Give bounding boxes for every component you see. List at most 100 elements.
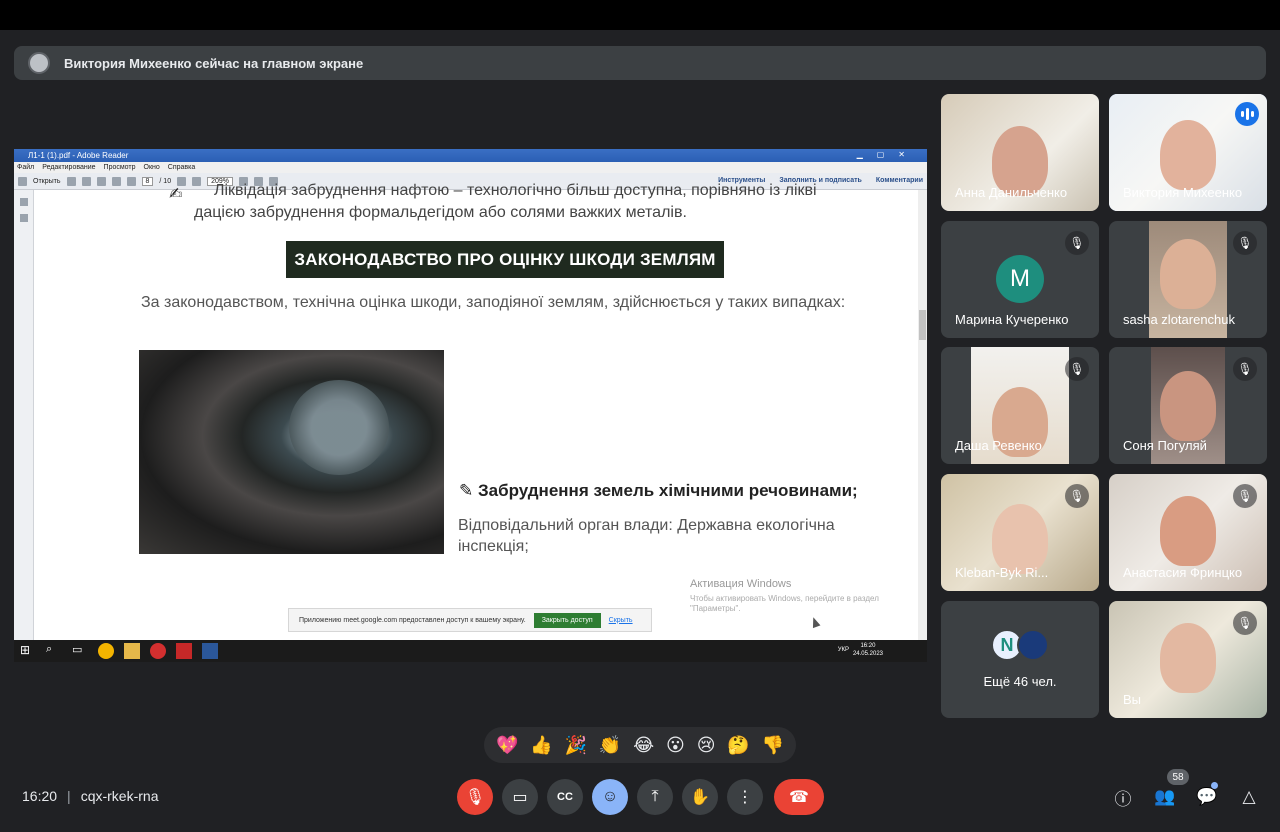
participant-count-badge: 58 [1167,769,1189,785]
activities-button[interactable]: △ [1237,785,1261,809]
chat-notification-dot [1211,782,1218,789]
more-participants-tile[interactable]: N Ещё 46 чел. [941,601,1099,718]
adobe-icon [176,643,192,659]
chrome-icon [98,643,114,659]
mic-off-icon: 🎙 [1233,357,1257,381]
meeting-details: 16:20 | cqx-rkek-rna [22,788,158,804]
doc-responsible-2: інспекція; [458,538,529,555]
captions-icon: CC [557,791,573,803]
reaction-thinking[interactable]: 🤔 [727,735,749,756]
mic-off-icon: 🎙 [1065,357,1089,381]
participant-tile[interactable]: 🎙 sasha zlotarenchuk [1109,221,1267,338]
reaction-party[interactable]: 🎉 [565,735,587,756]
pen-bullet-icon: ✎ [459,481,478,500]
open-label: Открыть [33,177,61,185]
windows-watermark-line: Чтобы активировать Windows, перейдите в … [690,594,879,603]
windows-start-icon: ⊞ [20,643,31,657]
participant-name: Соня Погуляй [1123,438,1207,453]
menu-help: Справка [167,164,196,171]
emoji-button[interactable]: ☺ [592,779,628,815]
emoji-icon: ☺ [601,788,619,805]
participant-tile[interactable]: 🎙 Kleban-Byk Ri... [941,474,1099,591]
participant-name: sasha zlotarenchuk [1123,312,1236,327]
attachment-icon [19,214,28,222]
page-number-field: 8 [141,176,154,186]
reaction-clap[interactable]: 👏 [599,735,621,756]
presenting-banner: Виктория Михеенко сейчас на главном экра… [14,46,1266,80]
reaction-thumbs-down[interactable]: 👎 [762,735,784,756]
more-vert-icon: ⋮ [737,789,753,806]
participant-face [1160,623,1216,693]
meeting-info-button[interactable]: ⓘ [1111,785,1135,809]
doc-bullet-text: Забруднення земель хімічними речовинами; [477,481,858,500]
stop-sharing-button: Закрыть доступ [533,612,601,628]
participant-tile[interactable]: 🎙 Даша Ревенко [941,347,1099,464]
pdf-page: ✍ Ліквідація забруднення нафтою – технол… [34,182,918,640]
taskbar-lang: УКР [837,647,849,653]
toolbar-icon [111,176,121,186]
zoom-in-icon [192,176,202,186]
comments-label: Комментарии [875,177,923,184]
present-button[interactable]: ⤒ [637,779,673,815]
participant-face [1160,371,1216,441]
menu-view: Просмотр [103,164,136,171]
reaction-laugh[interactable]: 😂 [633,735,654,756]
doc-line-2: дацією забруднення формальдегідом або со… [194,204,687,221]
meeting-time: 16:20 [22,788,58,804]
participant-face [992,504,1048,574]
more-options-button[interactable]: ⋮ [727,779,763,815]
taskbar-clock: 16:20 24.05.2023 [853,642,883,658]
shared-screen: Л1-1 (1).pdf - Adobe Reader ▁▢✕ Файл Ред… [14,149,927,662]
mic-off-icon: 🎙 [1065,484,1089,508]
participant-name: Анастасия Фринцко [1123,565,1243,580]
mic-off-icon: 🎙 [1233,611,1257,635]
opera-icon [150,643,166,659]
camera-toggle-button[interactable]: ▭ [502,779,538,815]
reaction-sad[interactable]: 😢 [697,735,716,756]
participant-tile[interactable]: 🎙 Соня Погуляй [1109,347,1267,464]
doc-heading: ЗАКОНОДАВСТВО ПРО ОЦІНКУ ШКОДИ ЗЕМЛЯМ [286,241,724,278]
mic-off-icon: 🎙 [1233,484,1257,508]
participant-tile[interactable]: М 🎙 Марина Кучеренко [941,221,1099,338]
reaction-surprised[interactable]: 😮 [666,735,685,756]
leave-call-button[interactable]: ☎ [774,779,824,815]
doc-responsible-1: Відповідальний орган влади: Державна еко… [458,517,835,534]
reaction-thumbs-up[interactable]: 👍 [530,735,552,756]
adobe-sidebar [14,190,34,640]
mic-off-icon: 🎙 [1233,231,1257,255]
participant-tile[interactable]: 🎙 Анастасия Фринцко [1109,474,1267,591]
reaction-heart[interactable]: 💖 [496,735,518,756]
end-call-icon: ☎ [789,789,809,806]
pen-icon: ✍ [169,186,183,203]
meeting-code: cqx-rkek-rna [80,788,159,804]
activities-icon: △ [1242,787,1256,806]
word-icon [202,643,218,659]
explorer-icon [124,643,140,659]
presenting-banner-text: Виктория Михеенко сейчас на главном экра… [64,55,364,71]
windows-watermark-line: "Параметры". [690,604,741,613]
participant-tile[interactable]: Анна Данильченко [941,94,1099,211]
raise-hand-button[interactable]: ✋ [682,779,718,815]
pages-icon [19,198,28,206]
folder-icon [18,176,27,186]
speaking-indicator-icon [1235,102,1259,126]
more-participants-label: Ещё 46 чел. [983,674,1057,689]
scroll-thumb [919,310,926,340]
reactions-bar: 💖 👍 🎉 👏 😂 😮 😢 🤔 👎 [484,727,796,763]
people-icon: 👥 [1154,787,1176,806]
adobe-reader-titlebar: Л1-1 (1).pdf - Adobe Reader ▁▢✕ [14,149,927,162]
participant-tile[interactable]: Виктория Михеенко [1109,94,1267,211]
search-icon: ⌕ [46,643,53,655]
separator: | [67,788,71,804]
share-notice-text: Приложению meet.google.com предоставлен … [299,616,526,624]
people-button[interactable]: 👥 [1153,785,1177,809]
windows-taskbar: ⊞ ⌕ ▭ УКР 16:20 24.05.2023 [14,640,927,662]
participant-name: Марина Кучеренко [955,312,1069,327]
taskbar-time: 16:20 [860,643,876,649]
menu-window: Окно [143,164,160,171]
participant-name: Даша Ревенко [955,438,1042,453]
self-tile[interactable]: 🎙 Вы [1109,601,1267,718]
captions-button[interactable]: CC [547,779,583,815]
mic-toggle-button[interactable]: 🎙 [457,779,493,815]
adobe-scrollbar [918,190,927,640]
